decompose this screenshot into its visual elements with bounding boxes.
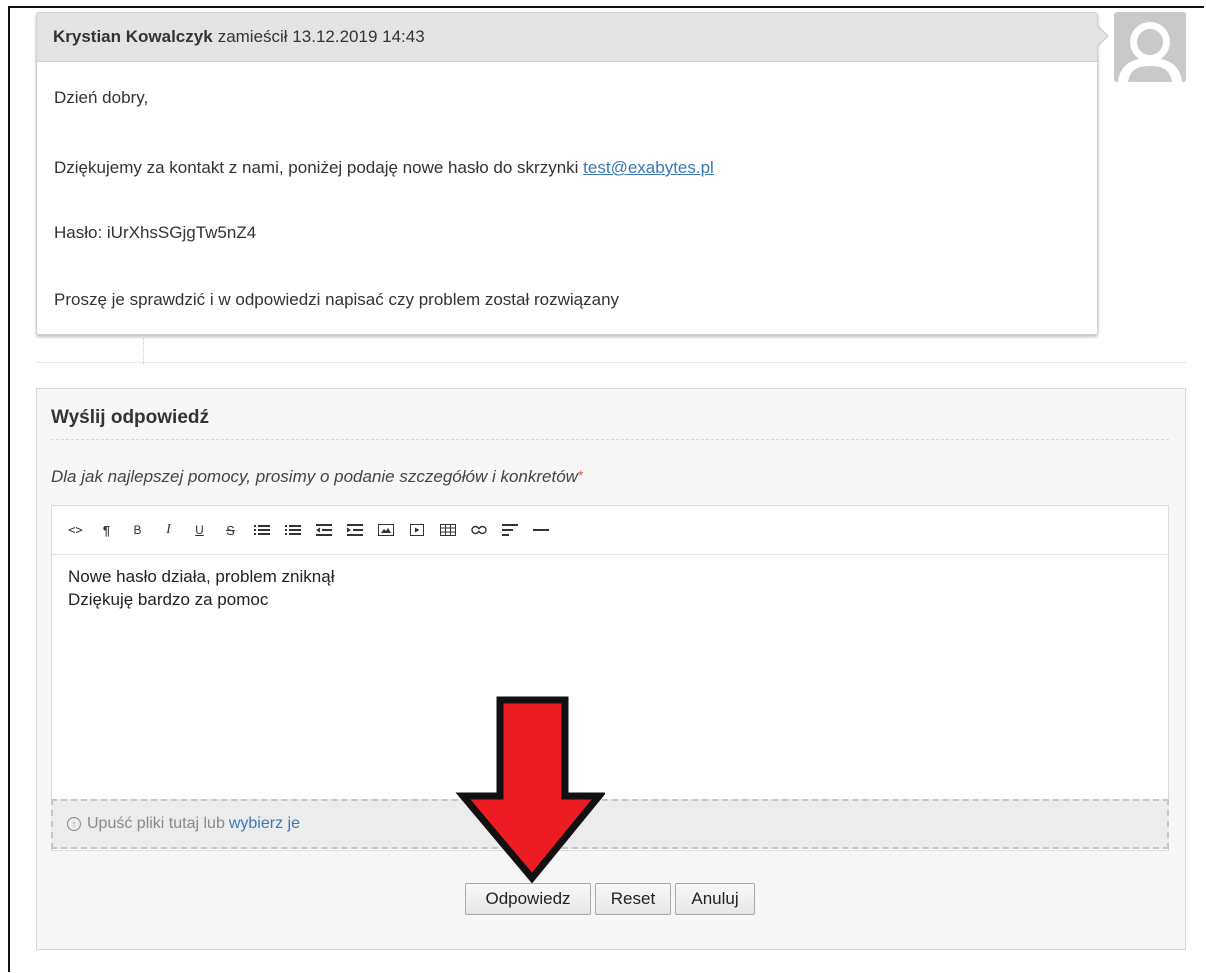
editor-line: Dziękuję bardzo za pomoc <box>68 590 269 609</box>
message-intro: Dziękujemy za kontakt z nami, poniżej po… <box>54 158 714 177</box>
paragraph-icon[interactable]: ¶ <box>91 515 122 545</box>
email-link[interactable]: test@exabytes.pl <box>583 158 714 177</box>
reply-button[interactable]: Odpowiedz <box>465 883 591 915</box>
reply-hint: Dla jak najlepszej pomocy, prosimy o pod… <box>51 467 584 486</box>
bold-icon[interactable]: B <box>122 515 153 545</box>
table-icon[interactable] <box>432 515 463 545</box>
strikethrough-icon[interactable]: S <box>215 515 246 545</box>
dropzone-text: Upuść pliki tutaj lub <box>87 815 225 832</box>
indent-icon[interactable] <box>339 515 370 545</box>
editor-line: Nowe hasło działa, problem zniknął <box>68 567 335 586</box>
avatar <box>1114 12 1186 82</box>
title-divider <box>51 439 1169 440</box>
editor-content[interactable]: Nowe hasło działa, problem zniknął Dzięk… <box>52 555 1168 815</box>
unordered-list-icon[interactable] <box>246 515 277 545</box>
link-icon[interactable] <box>463 515 494 545</box>
message-author[interactable]: Krystian Kowalczyk <box>53 27 213 47</box>
message-meta: zamieścił 13.12.2019 14:43 <box>217 27 425 46</box>
reply-form: Wyślij odpowiedź Dla jak najlepszej pomo… <box>36 388 1186 950</box>
reset-button[interactable]: Reset <box>595 883 671 915</box>
message-header: Krystian Kowalczyk zamieścił 13.12.2019 … <box>37 13 1097 62</box>
timeline-connector <box>143 338 144 364</box>
align-icon[interactable] <box>494 515 525 545</box>
upload-icon: ↑ <box>67 817 81 831</box>
horizontal-rule-icon[interactable] <box>525 515 556 545</box>
timeline-separator <box>36 362 1186 363</box>
message-pointer <box>1097 26 1107 46</box>
annotation-arrow-icon <box>455 696 605 884</box>
html-icon[interactable]: <> <box>60 515 91 545</box>
choose-files-link[interactable]: wybierz je <box>229 815 300 833</box>
avatar-placeholder-icon <box>1114 12 1186 82</box>
outdent-icon[interactable] <box>308 515 339 545</box>
required-marker: * <box>577 467 584 483</box>
message-card: Krystian Kowalczyk zamieścił 13.12.2019 … <box>36 12 1098 335</box>
message-password: Hasło: iUrXhsSGjgTw5nZ4 <box>54 223 257 242</box>
image-icon[interactable] <box>370 515 401 545</box>
reply-title: Wyślij odpowiedź <box>51 407 209 428</box>
message-closing: Proszę je sprawdzić i w odpowiedzi napis… <box>54 290 620 309</box>
underline-icon[interactable]: U <box>184 515 215 545</box>
editor-toolbar: <> ¶ B I U S <box>52 506 1168 555</box>
file-dropzone[interactable]: ↑ Upuść pliki tutaj lub wybierz je <box>51 799 1169 849</box>
italic-icon[interactable]: I <box>153 515 184 545</box>
cancel-button[interactable]: Anuluj <box>675 883 755 915</box>
message-greeting: Dzień dobry, <box>54 88 149 107</box>
ordered-list-icon[interactable] <box>277 515 308 545</box>
video-icon[interactable] <box>401 515 432 545</box>
